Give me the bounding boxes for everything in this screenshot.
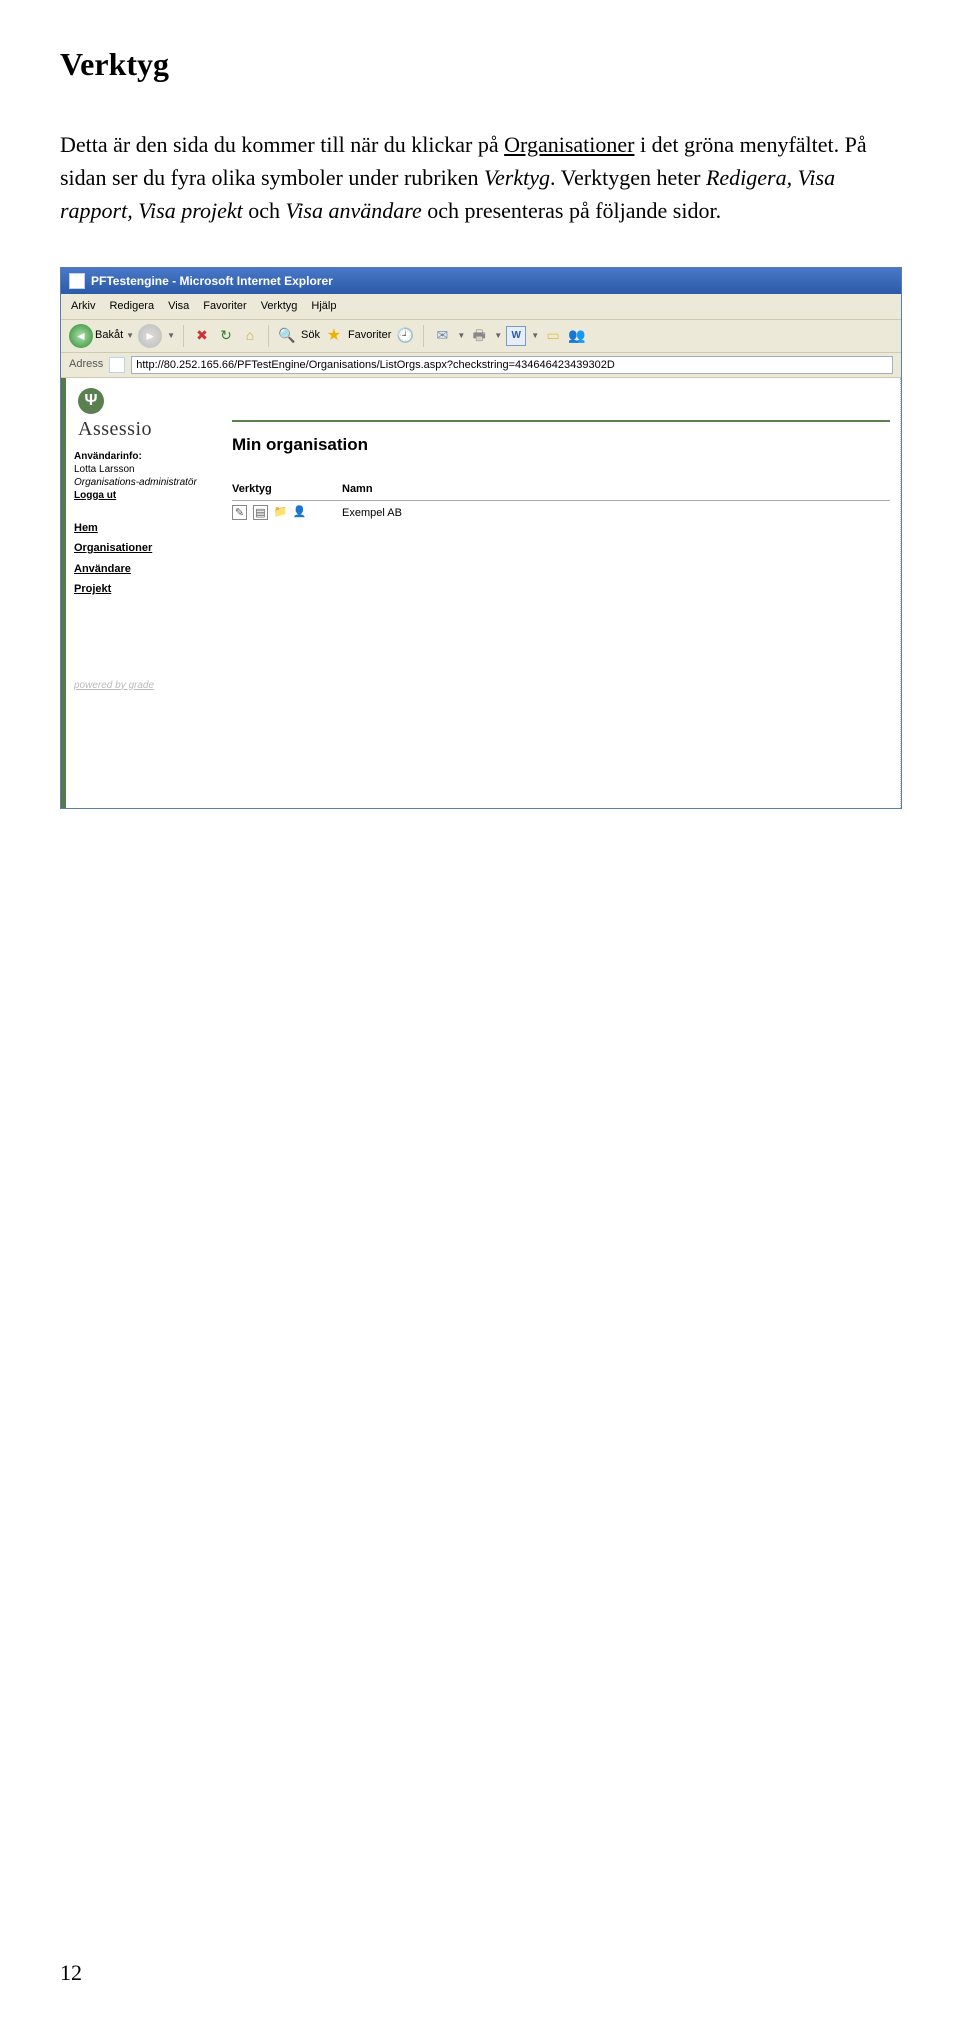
favorites-label[interactable]: Favoriter	[348, 327, 391, 344]
back-arrow-icon: ◄	[69, 324, 93, 348]
ie-window: PFTestengine - Microsoft Internet Explor…	[60, 267, 902, 809]
page-number: 12	[60, 1956, 82, 1989]
logo: Ψ Assessio	[74, 388, 224, 444]
history-icon[interactable]: 🕘	[395, 326, 415, 346]
main-content: Min organisation Verktyg Namn ✎ ▤ 📁 👤 Ex…	[232, 378, 901, 808]
user-info: Användarinfo: Lotta Larsson Organisation…	[74, 450, 224, 502]
org-table: Verktyg Namn ✎ ▤ 📁 👤 Exempel AB	[232, 481, 890, 521]
doc-text: och presenteras på följande sidor.	[422, 198, 721, 223]
nav-links: Hem Organisationer Användare Projekt	[74, 520, 224, 598]
doc-italic: Visa användare	[285, 198, 421, 223]
menu-visa[interactable]: Visa	[168, 298, 189, 315]
powered-by: powered by grade	[74, 678, 224, 693]
search-icon[interactable]: 🔍	[277, 326, 297, 346]
user-name: Lotta Larsson	[74, 463, 224, 476]
ie-toolbar: ◄ Bakåt ▼ ► ▼ ✖ ↻ ⌂ 🔍 Sök ★ Favoriter 🕘 …	[61, 320, 901, 353]
user-role: Organisations-administratör	[74, 476, 224, 489]
nav-organisationer[interactable]: Organisationer	[74, 540, 224, 557]
menu-verktyg[interactable]: Verktyg	[261, 298, 298, 315]
dropdown-icon: ▼	[126, 330, 134, 342]
page-icon	[109, 357, 125, 373]
col-tools-header: Verktyg	[232, 481, 342, 498]
org-name: Exempel AB	[342, 505, 890, 522]
doc-paragraph: Detta är den sida du kommer till när du …	[60, 128, 900, 227]
col-name-header: Namn	[342, 481, 890, 498]
ie-addressbar: Adress	[61, 353, 901, 378]
user-icon[interactable]: 👤	[293, 505, 306, 518]
logo-icon: Ψ	[78, 388, 104, 414]
page-icon	[69, 273, 85, 289]
dropdown-icon: ▼	[167, 330, 175, 342]
refresh-icon[interactable]: ↻	[216, 326, 236, 346]
menu-redigera[interactable]: Redigera	[109, 298, 154, 315]
separator	[268, 325, 269, 347]
address-label: Adress	[69, 356, 103, 373]
doc-italic: Verktyg	[484, 165, 550, 190]
dropdown-icon: ▼	[457, 330, 465, 342]
word-icon[interactable]: W	[506, 326, 526, 346]
logout-link[interactable]: Logga ut	[74, 489, 224, 502]
ie-menubar[interactable]: Arkiv Redigera Visa Favoriter Verktyg Hj…	[61, 294, 901, 320]
report-icon[interactable]: ▤	[253, 505, 268, 520]
favorites-icon[interactable]: ★	[324, 326, 344, 346]
ie-titlebar: PFTestengine - Microsoft Internet Explor…	[61, 268, 901, 294]
separator	[423, 325, 424, 347]
menu-favoriter[interactable]: Favoriter	[203, 298, 246, 315]
table-header: Verktyg Namn	[232, 481, 890, 501]
home-icon[interactable]: ⌂	[240, 326, 260, 346]
address-input[interactable]	[131, 356, 893, 374]
page-heading: Min organisation	[232, 422, 890, 462]
link-organisationer: Organisationer	[504, 132, 634, 157]
print-icon[interactable]: 🖶	[469, 326, 489, 346]
messenger-icon[interactable]: 👥	[567, 326, 587, 346]
nav-anvandare[interactable]: Användare	[74, 561, 224, 578]
nav-hem[interactable]: Hem	[74, 520, 224, 537]
userinfo-label: Användarinfo:	[74, 450, 224, 463]
doc-text: och	[243, 198, 286, 223]
table-row: ✎ ▤ 📁 👤 Exempel AB	[232, 501, 890, 522]
back-button[interactable]: ◄ Bakåt ▼	[69, 324, 134, 348]
search-label[interactable]: Sök	[301, 327, 320, 344]
window-title: PFTestengine - Microsoft Internet Explor…	[91, 272, 333, 290]
note-icon[interactable]: ▭	[543, 326, 563, 346]
forward-button[interactable]: ►	[138, 324, 162, 348]
mail-icon[interactable]: ✉	[432, 326, 452, 346]
sidebar: Ψ Assessio Användarinfo: Lotta Larsson O…	[66, 378, 232, 808]
dropdown-icon: ▼	[494, 330, 502, 342]
menu-hjalp[interactable]: Hjälp	[311, 298, 336, 315]
logo-text: Assessio	[78, 414, 224, 444]
separator	[183, 325, 184, 347]
page-content: Ψ Assessio Användarinfo: Lotta Larsson O…	[61, 378, 901, 808]
folder-icon[interactable]: 📁	[274, 505, 287, 518]
doc-text: Detta är den sida du kommer till när du …	[60, 132, 504, 157]
back-label: Bakåt	[95, 327, 123, 344]
nav-projekt[interactable]: Projekt	[74, 581, 224, 598]
stop-icon[interactable]: ✖	[192, 326, 212, 346]
doc-heading: Verktyg	[60, 40, 900, 88]
dropdown-icon: ▼	[531, 330, 539, 342]
tool-icons: ✎ ▤ 📁 👤	[232, 505, 342, 520]
edit-icon[interactable]: ✎	[232, 505, 247, 520]
menu-arkiv[interactable]: Arkiv	[71, 298, 95, 315]
doc-text: . Verktygen heter	[550, 165, 706, 190]
